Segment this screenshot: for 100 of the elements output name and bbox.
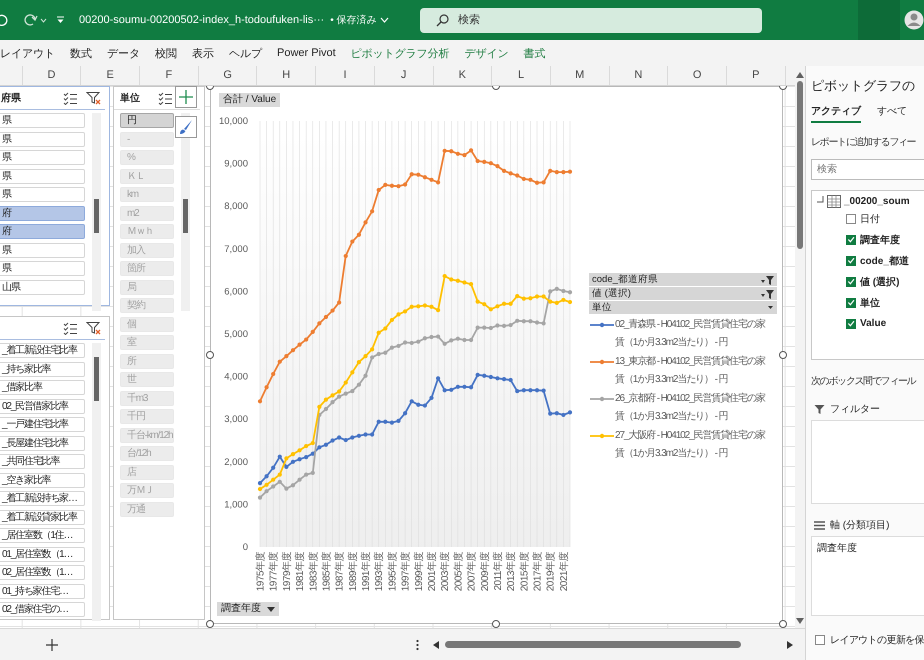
axis-label: 1993年度 [374,552,386,592]
slicer-item[interactable]: 県 [0,113,85,128]
column-header[interactable]: E [81,66,140,85]
ribbon-tab[interactable]: ヘルプ [229,46,262,60]
column-header[interactable]: H [257,66,316,85]
field-label: 値 (選択) [860,276,900,288]
slicer-item[interactable]: 02_居住室数（1… [0,565,85,580]
axis-label: 2011年度 [492,552,504,591]
table-name: _00200_soum [844,196,910,207]
legend-label: 13_東京都 - H04102_民営賃貸住宅の家賃（1か月3.3m2当たり） - 円 [615,354,766,386]
column-header[interactable]: K [434,66,492,85]
ribbon-tab[interactable]: デザイン [464,46,509,60]
axis-label: 2007年度 [466,552,478,592]
ribbon-tab[interactable]: ピボットグラフ分析 [350,46,450,60]
slicer-item[interactable]: _一戸建住宅比率 [0,417,85,432]
slicer-item[interactable]: _着工新設貸家比率 [0,510,85,524]
column-header[interactable]: P [726,66,786,85]
column-header[interactable]: J [374,66,434,85]
field-label: Value [860,318,886,329]
ribbon-tab[interactable]: レイアウト [0,46,55,60]
ribbon-tab[interactable]: 書式 [524,46,546,60]
ribbon-tab[interactable]: 表示 [192,46,214,60]
slicer-item[interactable]: 県 [0,168,85,184]
legend-field-button[interactable]: code_都道府県 [589,273,777,286]
legend-label: 26_京都府 - H04102_民営賃貸住宅の家賃（1か月3.3m2当たり） - 円 [615,392,766,424]
legend-field-button[interactable]: 値 (選択) [589,287,777,300]
value-field-button[interactable]: 合計 / Value [219,93,280,107]
axis-label: 1985年度 [321,552,332,592]
pane-tab[interactable]: アクティブ [811,104,861,123]
axis-label: 8,000 [224,201,248,212]
slicer-item[interactable]: 02_民営借家比率 [0,398,85,414]
column-header[interactable]: D [22,66,82,85]
slicer-item[interactable]: _着工新設住宅比率 [0,343,85,358]
axis-label: 1987年度 [334,552,346,592]
axis-label: 1999年度 [414,552,425,592]
axis-label: 2009年度 [480,552,491,592]
slicer-item[interactable]: _居住室数（1住… [0,528,85,543]
pane-tab[interactable]: すべて [877,104,907,123]
slicer-item[interactable]: 県 [0,242,85,258]
slicer-item[interactable]: 円 [120,113,174,128]
checkbox-label: レイアウトの更新を保 [830,634,924,647]
slicer-item[interactable]: _空き家比率 [0,472,85,488]
axis-field-button[interactable]: 調査年度 [217,602,279,616]
axis-label: 3,000 [224,414,248,426]
field-label: code_都道 [860,254,909,268]
slicer-item[interactable]: _着工新設持ち家… [0,491,85,506]
pane-hint: レポートに追加するフィー [811,136,917,149]
field-label: 日付 [860,212,880,226]
slicer-item[interactable]: 県 [0,261,85,276]
axis-label: 10,000 [218,116,248,127]
slicer-item[interactable]: 県 [0,132,85,146]
slicer-item[interactable]: 府 [0,224,85,239]
search-field[interactable]: 検索 [420,8,762,32]
slicer-item[interactable]: 県 [0,187,85,202]
axis-label: 2005年度 [453,552,464,592]
ribbon-tab[interactable]: 校閲 [155,46,177,60]
ribbon-tab[interactable]: データ [107,46,140,60]
axis-label: 0 [242,542,248,553]
axis-label: 1,000 [224,499,248,510]
slicer-item[interactable]: 県 [0,150,85,165]
slicer-title: 単位 [120,92,141,105]
slicer-item[interactable]: _持ち家比率 [0,362,85,376]
axis-label: 1983年度 [308,552,320,592]
axis-label: 1979年度 [282,552,293,592]
axis-label: 2015年度 [519,552,530,592]
slicer-item[interactable]: 01_持ち家住宅… [0,584,85,598]
axis-label: 2013年度 [506,552,518,592]
column-header[interactable]: F [140,66,199,85]
area-label: 軸 (分類項目) [830,518,890,532]
column-header[interactable]: L [492,66,551,85]
column-header[interactable]: I [316,66,375,85]
axis-label: 1981年度 [295,552,306,592]
axis-label: 7,000 [224,244,248,255]
legend-field-button[interactable]: 単位 [589,301,777,314]
area-label: フィルター [830,403,880,416]
slicer-item[interactable]: _長屋建住宅比率 [0,436,85,450]
slicer-item[interactable]: 府 [0,206,85,220]
legend-label: 02_青森県 - H04102_民営賃貸住宅の家賃（1か月3.3m2当たり） - 円 [615,318,766,350]
legend-label: 27_大阪府 - H04102_民営賃貸住宅の家賃（1か月3.3m2当たり） - 円 [615,428,766,460]
axis-label: 9,000 [224,158,248,170]
axis-label: 2017年度 [532,552,544,592]
column-header[interactable]: M [550,66,610,85]
axis-label: 1991年度 [361,552,372,592]
slicer-item[interactable]: _共同住宅比率 [0,454,85,469]
area-item[interactable]: 調査年度 [812,539,924,557]
column-header[interactable]: G [198,66,258,85]
ribbon-tab[interactable]: Power Pivot [277,47,336,59]
slicer-item[interactable]: _借家比率 [0,380,85,395]
file-name: 00200-soumu-00200502-index_h-todoufuken-lis··· [79,14,324,26]
slicer-item[interactable]: 山県 [0,280,85,294]
save-status[interactable]: • 保存済み [330,13,376,27]
axis-label: 2003年度 [440,552,452,592]
axis-label: 2,000 [224,456,248,468]
slicer-item[interactable]: 01_居住室数（1… [0,546,85,562]
column-header[interactable]: N [610,66,668,85]
axis-label: 2001年度 [427,552,438,592]
slicer-item[interactable]: 02_借家住宅の… [0,602,85,617]
search-field[interactable]: 検索 [811,159,924,180]
ribbon-tab[interactable]: 数式 [70,46,92,60]
column-header[interactable]: O [668,66,727,85]
